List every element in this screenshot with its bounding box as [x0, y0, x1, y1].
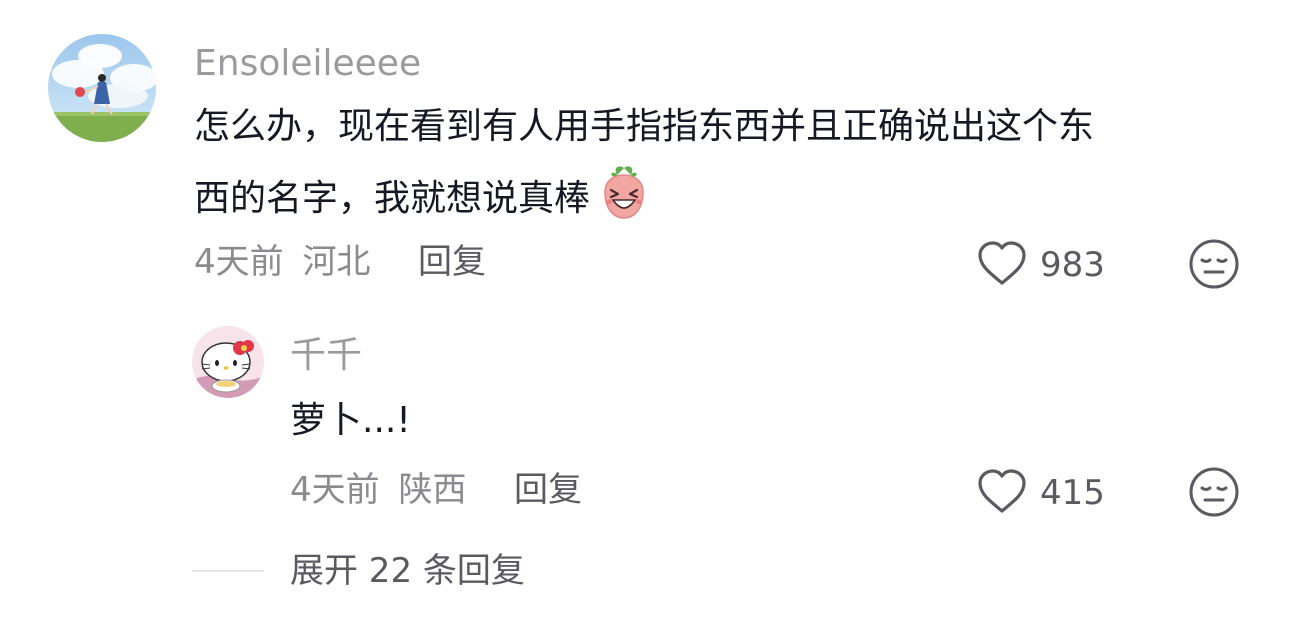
comment-meta: 4天前 河北	[194, 240, 370, 284]
reply-reply-button[interactable]: 回复	[514, 468, 582, 512]
comment-text-line1: 怎么办，现在看到有人用手指指东西并且正确说出这个东	[194, 106, 1095, 147]
reply-time: 4天前	[290, 470, 380, 510]
expand-divider	[192, 570, 264, 572]
meh-face-icon[interactable]	[1188, 238, 1240, 290]
reply-text: 萝卜...!	[290, 400, 411, 441]
reply-user-avatar[interactable]	[192, 326, 264, 398]
reply-like-count: 415	[1040, 473, 1105, 513]
comment-text-line2-row: 西的名字，我就想说真棒	[194, 164, 651, 222]
expand-replies-button[interactable]: 展开 22 条回复	[290, 549, 525, 593]
comment-username[interactable]: Ensoleileeee	[194, 42, 421, 86]
laughing-radish-emoji-icon	[597, 164, 651, 222]
comment-location: 河北	[302, 242, 371, 282]
avatar-image	[48, 34, 156, 142]
comment-time: 4天前	[194, 242, 284, 282]
reply-username[interactable]: 千千	[290, 334, 362, 378]
meh-face-icon[interactable]	[1188, 466, 1240, 518]
reply-meta: 4天前 陕西	[290, 468, 466, 512]
comment-reply-button[interactable]: 回复	[418, 240, 486, 284]
avatar-image	[192, 326, 264, 398]
comment-like-count: 983	[1040, 245, 1105, 285]
user-avatar[interactable]	[48, 34, 156, 142]
heart-icon[interactable]	[976, 468, 1028, 516]
heart-icon[interactable]	[976, 240, 1028, 288]
reply-location: 陕西	[398, 470, 467, 510]
comment-text-line2: 西的名字，我就想说真棒	[194, 178, 591, 219]
